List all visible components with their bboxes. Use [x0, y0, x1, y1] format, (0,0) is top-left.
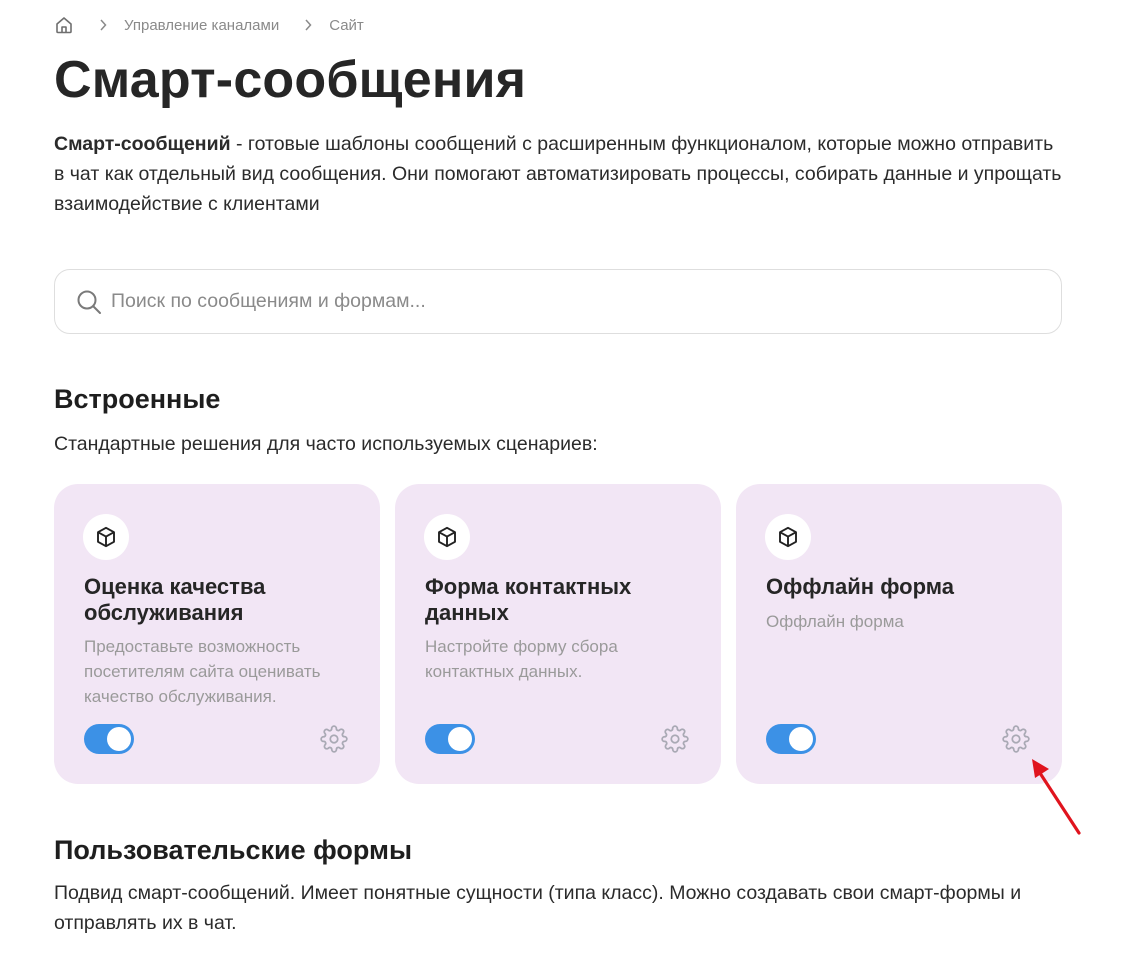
breadcrumb-item-channels[interactable]: Управление каналами	[124, 17, 279, 34]
card-title: Форма контактных данных	[425, 574, 632, 625]
custom-section-description: Подвид смарт-сообщений. Имеет понятные с…	[54, 882, 1022, 934]
search-icon	[75, 288, 103, 316]
card-title: Оценка качества обслуживания	[84, 574, 266, 625]
breadcrumb-item-site[interactable]: Сайт	[329, 17, 364, 34]
builtin-section-title: Встроенные	[54, 384, 221, 414]
card-description: Оффлайн форма	[766, 612, 904, 631]
cube-icon	[83, 514, 129, 560]
search-input[interactable]	[111, 290, 1011, 313]
card-quality-rating: Оценка качества обслуживания Предоставьт…	[54, 484, 380, 784]
card-description: Предоставьте возможность посетителям сай…	[84, 637, 321, 706]
gear-icon[interactable]	[320, 725, 348, 753]
page-intro: Смарт-сообщений - готовые шаблоны сообще…	[54, 129, 1064, 219]
builtin-section-description: Стандартные решения для часто используем…	[54, 433, 598, 455]
search-box[interactable]	[54, 269, 1062, 334]
enable-toggle[interactable]	[425, 724, 475, 754]
toggle-knob	[107, 727, 131, 751]
card-title: Оффлайн форма	[766, 574, 954, 599]
cube-icon	[765, 514, 811, 560]
chevron-right-icon	[99, 19, 107, 31]
breadcrumb: Управление каналами Сайт	[54, 14, 364, 36]
intro-bold-term: Смарт-сообщений	[54, 133, 231, 155]
enable-toggle[interactable]	[766, 724, 816, 754]
card-description: Настройте форму сбора контактных данных.	[425, 637, 618, 681]
annotation-arrow-icon	[1032, 759, 1081, 835]
page-title: Смарт-сообщения	[54, 51, 527, 109]
cube-icon	[424, 514, 470, 560]
chevron-right-icon	[304, 19, 312, 31]
gear-icon[interactable]	[661, 725, 689, 753]
card-offline-form: Оффлайн форма Оффлайн форма	[736, 484, 1062, 784]
enable-toggle[interactable]	[84, 724, 134, 754]
toggle-knob	[448, 727, 472, 751]
home-icon[interactable]	[54, 15, 74, 35]
card-contact-form: Форма контактных данных Настройте форму …	[395, 484, 721, 784]
toggle-knob	[789, 727, 813, 751]
gear-icon[interactable]	[1002, 725, 1030, 753]
custom-section-title: Пользовательские формы	[54, 835, 413, 865]
